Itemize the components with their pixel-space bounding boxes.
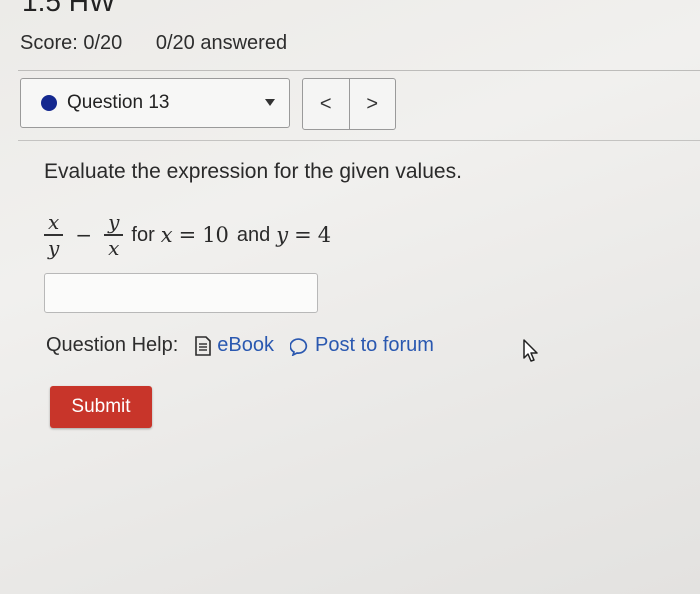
answer-input[interactable] — [44, 273, 318, 313]
status-dot-icon — [41, 95, 57, 111]
score-line: Score: 0/20 0/20 answered — [20, 32, 315, 55]
fraction-x-over-y: x y — [44, 210, 64, 260]
divider — [18, 70, 700, 71]
math-expression: x y − y x for x = 10 and y = 4 — [44, 205, 331, 265]
post-to-forum-label: Post to forum — [315, 334, 434, 356]
y-value: 4 — [317, 223, 332, 247]
question-nav-group: < > — [302, 78, 396, 130]
ebook-link-label: eBook — [217, 334, 275, 356]
question-help-label: Question Help: — [46, 334, 179, 356]
fraction-numerator: y — [108, 210, 120, 235]
answered-count: 0/20 answered — [155, 32, 288, 54]
equals-sign: = — [178, 223, 197, 247]
submit-button[interactable]: Submit — [50, 386, 152, 428]
previous-question-button[interactable]: < — [303, 79, 349, 129]
question-selector-label: Question 13 — [67, 92, 170, 113]
mouse-pointer-icon — [523, 339, 538, 362]
score-text: Score: 0/20 — [20, 32, 123, 54]
minus-sign: − — [75, 223, 93, 247]
assignment-title: 1.5 HW — [22, 0, 116, 17]
equals-sign: = — [294, 223, 312, 247]
variable-x: x — [160, 223, 173, 247]
and-text: and — [236, 223, 271, 246]
fraction-denominator: y — [48, 235, 60, 260]
ebook-link[interactable]: eBook — [194, 334, 274, 357]
fraction-y-over-x: y x — [104, 210, 124, 260]
fraction-denominator: x — [108, 235, 120, 260]
question-help-row: Question Help: eBook Post to forum — [46, 334, 450, 357]
fraction-numerator: x — [48, 210, 60, 235]
post-to-forum-link[interactable]: Post to forum — [290, 334, 434, 357]
question-selector[interactable]: Question 13 — [20, 78, 290, 128]
divider — [18, 140, 700, 141]
caret-down-icon — [265, 99, 275, 106]
question-prompt: Evaluate the expression for the given va… — [44, 160, 462, 183]
variable-y: y — [276, 223, 289, 247]
x-value: 10 — [202, 223, 229, 247]
document-icon — [195, 335, 212, 356]
speech-bubble-icon — [290, 337, 308, 356]
for-text: for — [131, 223, 155, 246]
next-question-button[interactable]: > — [348, 79, 396, 129]
